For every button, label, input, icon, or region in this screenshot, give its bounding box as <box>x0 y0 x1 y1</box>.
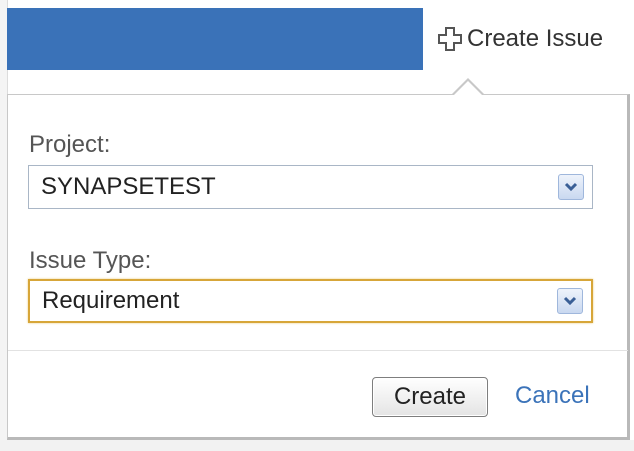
cancel-link[interactable]: Cancel <box>515 382 590 410</box>
issue-type-label: Issue Type: <box>29 247 152 274</box>
project-select[interactable]: SYNAPSETEST <box>28 165 593 209</box>
header-bar <box>7 8 423 70</box>
page: Create Issue Project: SYNAPSETEST Issue … <box>0 0 634 451</box>
plus-icon <box>437 26 463 52</box>
dialog-pointer-inner <box>453 81 483 96</box>
create-button[interactable]: Create <box>372 377 488 417</box>
page-bottom-strip <box>0 440 634 451</box>
chevron-down-icon[interactable] <box>558 174 584 200</box>
project-select-value: SYNAPSETEST <box>41 173 216 200</box>
issue-type-select[interactable]: Requirement <box>28 279 593 323</box>
chevron-down-icon[interactable] <box>557 288 583 314</box>
project-label: Project: <box>29 131 111 158</box>
create-issue-dialog: Project: SYNAPSETEST Issue Type: Require… <box>7 94 630 440</box>
create-issue-tab[interactable]: Create Issue <box>423 8 634 70</box>
issue-type-select-value: Requirement <box>42 287 180 314</box>
dialog-divider <box>8 350 628 351</box>
create-issue-label: Create Issue <box>467 25 604 52</box>
